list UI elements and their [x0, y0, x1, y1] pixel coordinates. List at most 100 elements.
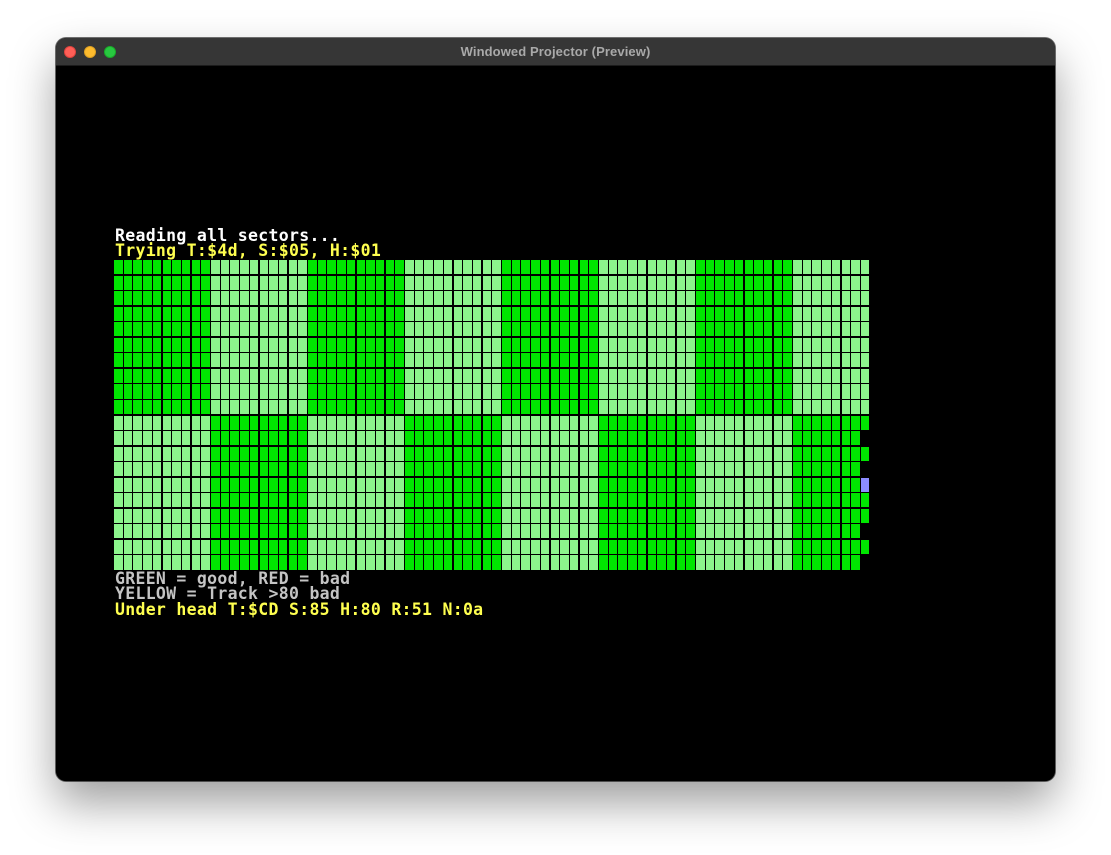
sector-cell [725, 446, 734, 461]
sector-cell [793, 353, 802, 368]
sector-cell [734, 431, 744, 446]
sector-cell [114, 368, 123, 383]
sector-cell [308, 508, 317, 523]
sector-cell [405, 260, 414, 275]
sector-cell [395, 477, 404, 492]
sector-cell [802, 322, 812, 337]
sector-cell [618, 291, 627, 306]
sector-cell [851, 446, 860, 461]
sector-cell [288, 555, 298, 570]
sector-cell [705, 353, 715, 368]
sector-cell [734, 399, 744, 415]
sector-cell [569, 384, 579, 399]
sector-cell [472, 353, 482, 368]
sector-cell [783, 462, 792, 477]
sector-cell [162, 353, 171, 368]
sector-cell [269, 462, 278, 477]
sector-cell [308, 384, 317, 399]
sector-cell [337, 291, 346, 306]
sector-cell [715, 477, 724, 492]
sector-cell [453, 508, 462, 523]
sector-cell [133, 384, 142, 399]
sector-cell [657, 353, 666, 368]
sector-cell [114, 260, 123, 275]
sector-cell [298, 322, 307, 337]
sector-cell [589, 384, 598, 399]
sector-cell [599, 353, 608, 368]
sector-cell [531, 508, 540, 523]
sector-cell [278, 337, 288, 352]
sector-cell [783, 399, 792, 415]
sector-cell [725, 508, 734, 523]
sector-cell [763, 291, 773, 306]
sector-cell [463, 508, 472, 523]
sector-cell [240, 353, 249, 368]
sector-cell [443, 322, 453, 337]
sector-cell [211, 555, 220, 570]
sector-cell [569, 353, 579, 368]
sector-cell [696, 275, 705, 290]
sector-cell [734, 368, 744, 383]
sector-cell [560, 306, 569, 321]
title-bar[interactable]: Windowed Projector (Preview) [56, 38, 1055, 66]
sector-cell [337, 399, 346, 415]
sector-cell [754, 291, 763, 306]
sector-cell [754, 462, 763, 477]
emulator-screen[interactable]: Reading all sectors... Trying T:$4d, S:$… [56, 66, 1055, 781]
sector-cell [453, 477, 462, 492]
sector-cell [414, 337, 424, 352]
sector-cell [618, 493, 627, 508]
sector-cell [599, 322, 608, 337]
sector-cell [395, 337, 404, 352]
sector-cell [172, 384, 181, 399]
sector-cell [599, 368, 608, 383]
sector-cell [356, 415, 365, 430]
sector-cell [133, 477, 142, 492]
sector-cell [502, 275, 511, 290]
sector-cell [851, 368, 860, 383]
sector-cell [793, 337, 802, 352]
sector-cell [705, 384, 715, 399]
sector-cell [831, 446, 841, 461]
sector-cell [744, 431, 753, 446]
sector-cell [414, 384, 424, 399]
sector-cell [569, 306, 579, 321]
sector-cell [569, 446, 579, 461]
sector-cell [608, 539, 618, 555]
sector-cell [269, 306, 278, 321]
sector-cell [375, 462, 385, 477]
sector-cell [366, 260, 375, 275]
sector-cell [181, 291, 191, 306]
sector-cell [705, 291, 715, 306]
sector-cell [114, 493, 123, 508]
sector-cell [346, 431, 356, 446]
sector-cell [220, 260, 230, 275]
sector-cell [647, 322, 656, 337]
sector-cell [628, 462, 637, 477]
sector-cell [822, 337, 831, 352]
sector-cell [812, 384, 821, 399]
sector-cell [366, 291, 375, 306]
sector-cell [550, 477, 559, 492]
sector-cell [191, 493, 201, 508]
sector-cell [356, 477, 365, 492]
sector-cell [676, 555, 686, 570]
sector-cell [647, 539, 656, 555]
sector-cell [240, 384, 249, 399]
sector-cell [123, 477, 133, 492]
sector-cell [725, 306, 734, 321]
sector-cell [482, 477, 492, 492]
sector-cell [278, 524, 288, 539]
sector-cell [308, 493, 317, 508]
sector-cell [356, 493, 365, 508]
sector-cell [705, 275, 715, 290]
sector-cell [725, 493, 734, 508]
sector-cell [521, 477, 530, 492]
sector-cell [773, 275, 783, 290]
sector-cell [676, 462, 686, 477]
sector-cell [220, 399, 230, 415]
sector-cell [414, 322, 424, 337]
sector-cell [220, 462, 230, 477]
sector-cell [143, 306, 152, 321]
sector-cell [540, 384, 550, 399]
